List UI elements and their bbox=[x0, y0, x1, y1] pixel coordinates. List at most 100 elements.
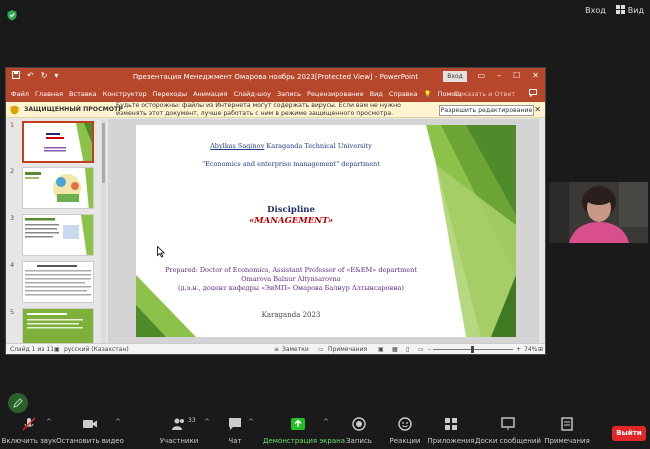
slide-city-year: Karaganda 2023 bbox=[261, 311, 321, 319]
comments-button[interactable]: Примечания bbox=[328, 346, 367, 353]
slide-green-decoration bbox=[136, 125, 516, 337]
enable-editing-button[interactable]: Разрешить редактирование bbox=[439, 105, 534, 116]
ppt-status-bar: Слайд 1 из 11 ▣ русский (Казахстан) ≡ За… bbox=[6, 343, 545, 354]
normal-view-icon[interactable]: ▣ bbox=[378, 346, 384, 353]
slide-discipline-label: Discipline bbox=[267, 205, 315, 215]
participants-icon bbox=[172, 418, 184, 430]
chat-icon bbox=[229, 418, 241, 430]
audio-options-chevron-icon[interactable]: ^ bbox=[46, 418, 52, 426]
slide-author-link: Abylkas Saginov bbox=[210, 142, 265, 150]
current-slide[interactable]: Abylkas Saginov Karaganda Technical Univ… bbox=[136, 125, 516, 337]
language-status[interactable]: русский (Казахстан) bbox=[64, 346, 129, 353]
comments-status-icon: ▭ bbox=[318, 346, 324, 353]
share-screen-icon bbox=[291, 418, 305, 430]
signin-label: Вход bbox=[585, 6, 606, 15]
slide-university-line: Abylkas Saginov Karaganda Technical Univ… bbox=[136, 142, 446, 150]
ribbon-display-icon[interactable]: ▭ bbox=[478, 71, 486, 80]
thumbnail-slide-4[interactable]: 4 bbox=[10, 261, 100, 305]
thumbnail-image bbox=[22, 214, 94, 256]
annotate-pen-button[interactable] bbox=[8, 393, 28, 413]
zoom-slider[interactable] bbox=[433, 346, 513, 353]
thumbnail-image bbox=[22, 261, 94, 303]
view-grid-icon bbox=[615, 5, 625, 16]
view-label: Вид bbox=[627, 6, 644, 15]
slide-counter: Слайд 1 из 11 bbox=[10, 346, 55, 353]
chat-button[interactable]: Чат ^ bbox=[200, 413, 270, 449]
pen-icon bbox=[13, 398, 23, 408]
ribbon-tabs: Файл Главная Вставка Конструктор Переходы Ани… bbox=[6, 86, 545, 102]
thumbnail-slide-3[interactable]: 3 bbox=[10, 214, 100, 258]
reading-view-icon[interactable]: ▯ bbox=[406, 346, 409, 353]
close-icon[interactable]: ✕ bbox=[532, 71, 539, 80]
notes-toolbar-button[interactable]: Примечания bbox=[532, 413, 602, 449]
participant-video-tile[interactable] bbox=[549, 182, 648, 243]
slide-university-rest: Karaganda Technical University bbox=[264, 142, 372, 150]
ribbon-tab[interactable]: Справка bbox=[389, 90, 424, 98]
slide-author-name-ru: (д.э.н., доцент кафедры «ЭиМП» Омарова Б… bbox=[178, 284, 404, 292]
share-screen-button[interactable]: Демонстрация экрана ^ bbox=[263, 413, 345, 449]
stop-video-button[interactable]: Остановить видео ^ bbox=[55, 413, 125, 449]
fit-slide-icon[interactable]: ⊞ bbox=[538, 346, 543, 353]
minimize-icon[interactable]: – bbox=[497, 71, 501, 80]
video-camera-icon bbox=[83, 420, 97, 428]
slide-department: "Economics and enterprise management" de… bbox=[202, 160, 380, 168]
ribbon-tab[interactable]: Файл bbox=[11, 90, 35, 98]
notes-icon: ≡ bbox=[274, 346, 280, 353]
view-toggle[interactable]: Вид bbox=[615, 5, 644, 16]
stop-video-label: Остановить видео bbox=[56, 437, 124, 445]
protected-view-label: ЗАЩИЩЕННЫЙ ПРОСМОТР bbox=[24, 106, 123, 113]
thumbnail-image bbox=[22, 121, 94, 163]
slideshow-icon[interactable]: ▭ bbox=[418, 346, 424, 353]
ribbon-tab[interactable]: Запись bbox=[277, 90, 307, 98]
ribbon-tab[interactable]: Вид bbox=[370, 90, 389, 98]
zoom-out-icon[interactable]: – bbox=[428, 346, 431, 353]
thumbnail-number: 3 bbox=[10, 214, 15, 222]
ribbon-tab[interactable]: Анимация bbox=[193, 90, 233, 98]
notes-icon bbox=[561, 417, 573, 431]
mouse-cursor-icon bbox=[157, 243, 166, 262]
zoom-in-icon[interactable]: + bbox=[516, 346, 521, 353]
share-screen-label: Демонстрация экрана bbox=[263, 437, 345, 445]
window-controls: ▭ – ☐ ✕ bbox=[478, 71, 539, 80]
microphone-muted-icon bbox=[22, 417, 36, 431]
thumbnails-scrollbar[interactable] bbox=[101, 119, 106, 345]
ribbon-tab[interactable]: Конструктор bbox=[103, 90, 153, 98]
ppt-titlebar: ↶ ↻ ▾ Презентация Менеджмент Омарова ноя… bbox=[6, 68, 545, 86]
close-warning-icon[interactable]: ✕ bbox=[534, 105, 541, 114]
slide-sorter-icon[interactable]: ▦ bbox=[392, 346, 398, 353]
participants-count: 33 bbox=[188, 417, 196, 424]
record-icon bbox=[352, 417, 366, 431]
zoom-level[interactable]: 74% bbox=[524, 346, 537, 353]
thumbnail-slide-1[interactable]: 1 bbox=[10, 121, 100, 165]
signin-toggle[interactable]: Вход bbox=[585, 6, 606, 15]
zoom-meeting-toolbar: Включить звук ^ Остановить видео ^ 33 Уч… bbox=[0, 413, 650, 449]
ribbon-tab[interactable]: Слайд-шоу bbox=[233, 90, 277, 98]
lightbulb-icon[interactable]: 💡 bbox=[423, 90, 437, 98]
ribbon-tab[interactable]: Вставка bbox=[69, 90, 103, 98]
thumbnail-image bbox=[22, 167, 94, 209]
powerpoint-window: ↶ ↻ ▾ Презентация Менеджмент Омарова ноя… bbox=[5, 67, 546, 355]
whiteboard-icon bbox=[501, 417, 515, 430]
spellcheck-icon[interactable]: ▣ bbox=[54, 346, 60, 353]
notes-toolbar-label: Примечания bbox=[544, 437, 590, 445]
apps-icon bbox=[445, 418, 457, 430]
thumbnail-slide-2[interactable]: 2 bbox=[10, 167, 100, 211]
thumbnail-number: 1 bbox=[10, 121, 15, 129]
chat-options-chevron-icon[interactable]: ^ bbox=[248, 418, 254, 426]
zoom-security-icon[interactable] bbox=[6, 6, 18, 21]
zoom-meeting-window: Вход Вид ↶ ↻ ▾ Презентация Менеджмент Ом… bbox=[0, 0, 650, 449]
ppt-signin-button[interactable]: Вход bbox=[443, 71, 467, 82]
ribbon-tab[interactable]: Переходы bbox=[153, 90, 193, 98]
share-button[interactable]: Показать и Ответ bbox=[454, 90, 515, 98]
leave-meeting-button[interactable]: Выйти bbox=[612, 426, 646, 441]
ribbon-tab[interactable]: Главная bbox=[35, 90, 69, 98]
comments-icon[interactable] bbox=[529, 89, 537, 99]
video-options-chevron-icon[interactable]: ^ bbox=[115, 418, 121, 426]
participant-webcam-image bbox=[549, 182, 648, 243]
slide-thumbnails-pane: 1 2 3 4 5 bbox=[6, 119, 106, 350]
protected-view-bar: ЗАЩИЩЕННЫЙ ПРОСМОТР Будьте осторожны: фа… bbox=[6, 102, 545, 118]
ribbon-tab[interactable]: Рецензирование bbox=[307, 90, 370, 98]
notes-button[interactable]: Заметки bbox=[282, 346, 309, 353]
slide-scrollbar[interactable] bbox=[539, 119, 545, 345]
maximize-icon[interactable]: ☐ bbox=[513, 71, 520, 80]
